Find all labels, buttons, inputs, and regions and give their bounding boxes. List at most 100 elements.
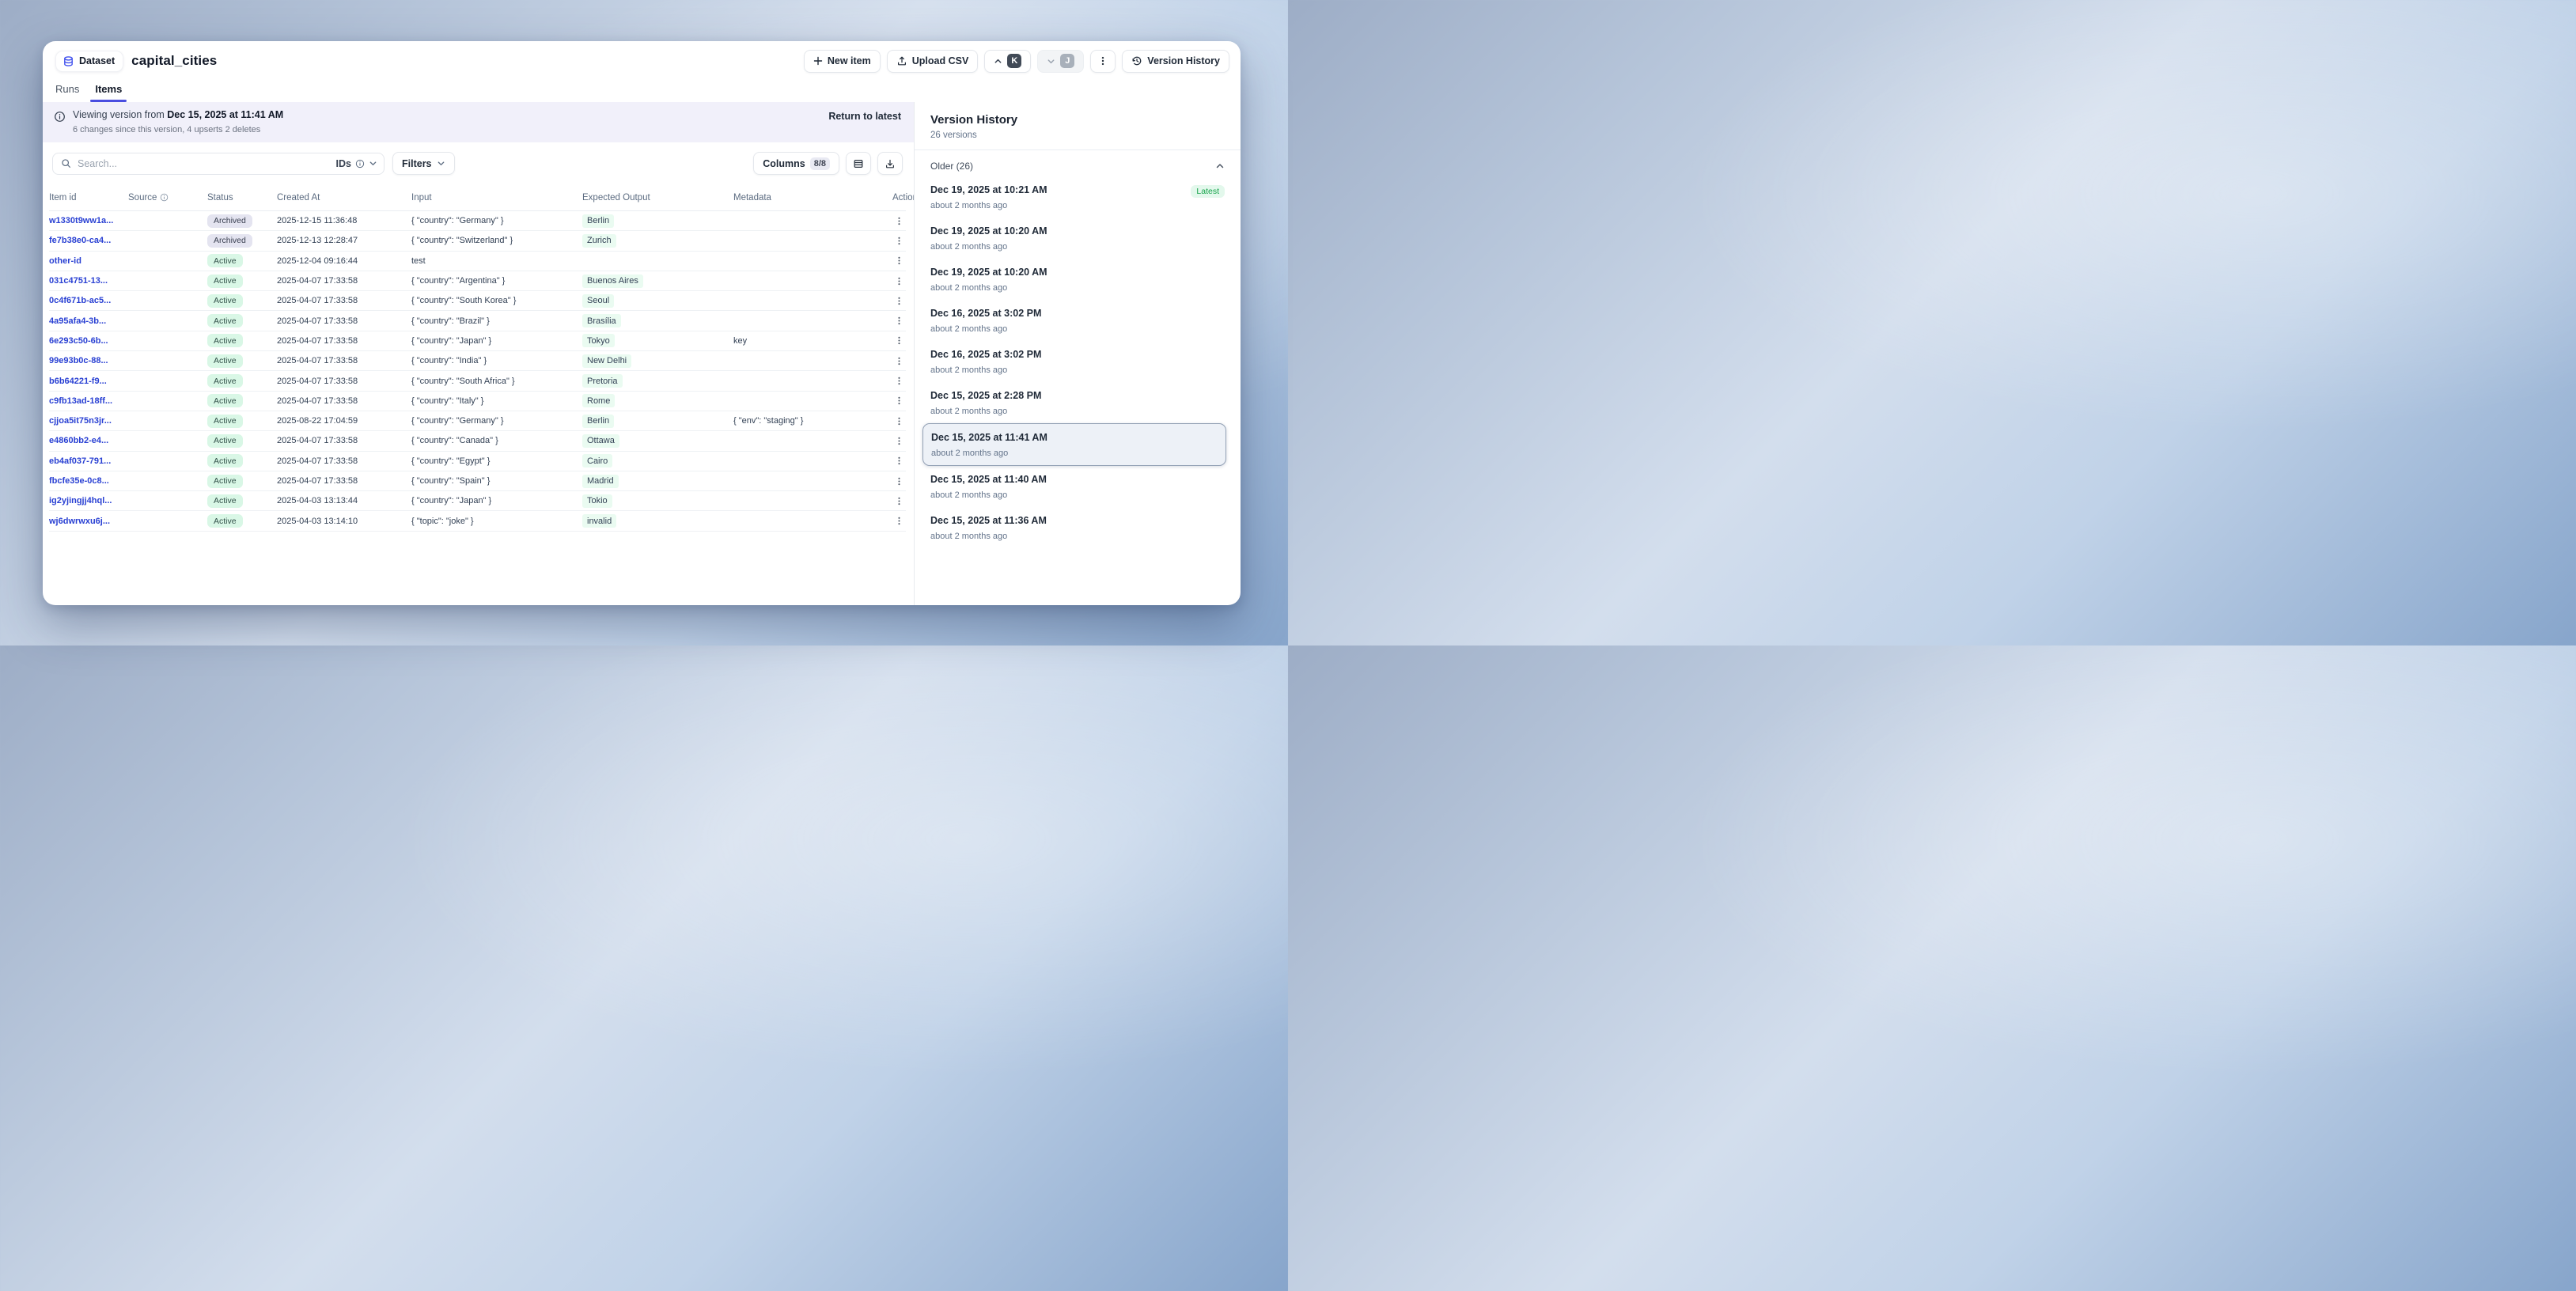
header-actions: New item Upload CSV K J bbox=[804, 50, 1229, 73]
item-id-link[interactable]: w1330t9ww1a... bbox=[49, 216, 123, 225]
table-row[interactable]: 0c4f671b-ac5... Active 2025-04-07 17:33:… bbox=[49, 291, 906, 311]
row-actions-button[interactable] bbox=[892, 496, 906, 506]
row-actions-button[interactable] bbox=[892, 376, 906, 386]
window-header: Dataset capital_cities New item Upload C… bbox=[43, 41, 1241, 76]
version-up-button[interactable]: K bbox=[984, 50, 1031, 73]
row-actions-button[interactable] bbox=[892, 216, 906, 226]
row-actions-button[interactable] bbox=[892, 236, 906, 246]
upload-csv-button[interactable]: Upload CSV bbox=[887, 50, 979, 73]
search-field-select[interactable]: IDs bbox=[336, 158, 377, 169]
more-options-button[interactable] bbox=[1090, 50, 1116, 73]
row-actions-button[interactable] bbox=[892, 396, 906, 406]
row-height-button[interactable] bbox=[846, 152, 871, 175]
return-to-latest-link[interactable]: Return to latest bbox=[828, 111, 901, 122]
table-row[interactable]: b6b64221-f9... Active 2025-04-07 17:33:5… bbox=[49, 371, 906, 391]
column-header-created-at[interactable]: Created At bbox=[277, 193, 407, 203]
table-row[interactable]: wj6dwrwxu6j... Active 2025-04-03 13:14:1… bbox=[49, 511, 906, 531]
tab-items[interactable]: Items bbox=[95, 76, 122, 102]
created-at-cell: 2025-04-03 13:13:44 bbox=[277, 496, 407, 505]
table-row[interactable]: cjjoa5it75n3jr... Active 2025-08-22 17:0… bbox=[49, 411, 906, 431]
table-row[interactable]: e4860bb2-e4... Active 2025-04-07 17:33:5… bbox=[49, 431, 906, 451]
row-actions-button[interactable] bbox=[892, 456, 906, 466]
row-actions-button[interactable] bbox=[892, 316, 906, 326]
item-id-link[interactable]: other-id bbox=[49, 256, 123, 266]
column-header-item-id[interactable]: Item id bbox=[49, 193, 123, 203]
row-actions-button[interactable] bbox=[892, 476, 906, 486]
item-id-link[interactable]: ig2yjingjj4hql... bbox=[49, 496, 123, 505]
version-list-item[interactable]: Dec 15, 2025 at 11:36 AM about 2 months … bbox=[930, 507, 1225, 548]
kebab-menu-icon bbox=[894, 396, 904, 406]
column-header-input[interactable]: Input bbox=[411, 193, 578, 203]
download-button[interactable] bbox=[877, 152, 903, 175]
item-id-link[interactable]: fbcfe35e-0c8... bbox=[49, 476, 123, 486]
version-relative-time: about 2 months ago bbox=[930, 490, 1047, 500]
version-down-button[interactable]: J bbox=[1037, 50, 1084, 73]
item-id-link[interactable]: cjjoa5it75n3jr... bbox=[49, 416, 123, 426]
item-id-link[interactable]: 031c4751-13... bbox=[49, 276, 123, 286]
item-id-link[interactable]: 99e93b0c-88... bbox=[49, 356, 123, 365]
columns-button[interactable]: Columns 8/8 bbox=[753, 152, 839, 175]
item-id-link[interactable]: fe7b38e0-ca4... bbox=[49, 236, 123, 245]
item-id-link[interactable]: 4a95afa4-3b... bbox=[49, 316, 123, 326]
row-actions-button[interactable] bbox=[892, 516, 906, 526]
item-id-link[interactable]: eb4af037-791... bbox=[49, 456, 123, 466]
version-list-item[interactable]: Dec 19, 2025 at 10:20 AM about 2 months … bbox=[930, 259, 1225, 300]
row-actions-button[interactable] bbox=[892, 416, 906, 426]
version-list-item[interactable]: Dec 19, 2025 at 10:21 AM about 2 months … bbox=[930, 176, 1225, 218]
search-icon bbox=[61, 158, 71, 168]
version-list-item[interactable]: Dec 19, 2025 at 10:20 AM about 2 months … bbox=[930, 218, 1225, 259]
header-left: Dataset capital_cities bbox=[55, 51, 217, 72]
row-actions-button[interactable] bbox=[892, 436, 906, 446]
table-row[interactable]: fbcfe35e-0c8... Active 2025-04-07 17:33:… bbox=[49, 471, 906, 491]
desktop-background: { "colors": { "accent": "#4a4ee0", "link… bbox=[0, 0, 1288, 646]
table-row[interactable]: 6e293c50-6b... Active 2025-04-07 17:33:5… bbox=[49, 331, 906, 351]
table-row[interactable]: other-id Active 2025-12-04 09:16:44 test bbox=[49, 252, 906, 271]
row-actions-button[interactable] bbox=[892, 356, 906, 366]
row-actions-button[interactable] bbox=[892, 256, 906, 266]
row-actions-button[interactable] bbox=[892, 296, 906, 306]
version-list-item[interactable]: Dec 16, 2025 at 3:02 PM about 2 months a… bbox=[930, 341, 1225, 382]
item-id-link[interactable]: 6e293c50-6b... bbox=[49, 336, 123, 346]
item-id-link[interactable]: 0c4f671b-ac5... bbox=[49, 296, 123, 305]
dataset-type-badge: Dataset bbox=[55, 51, 123, 72]
viewing-version-text: Viewing version from Dec 15, 2025 at 11:… bbox=[73, 109, 283, 120]
version-history-button[interactable]: Version History bbox=[1122, 50, 1229, 73]
column-header-source[interactable]: Source bbox=[128, 193, 203, 203]
table-row[interactable]: 031c4751-13... Active 2025-04-07 17:33:5… bbox=[49, 271, 906, 291]
older-group-header[interactable]: Older (26) bbox=[930, 161, 1225, 172]
column-header-status[interactable]: Status bbox=[207, 193, 272, 203]
table-row[interactable]: ig2yjingjj4hql... Active 2025-04-03 13:1… bbox=[49, 491, 906, 511]
item-id-link[interactable]: b6b64221-f9... bbox=[49, 377, 123, 386]
new-item-button[interactable]: New item bbox=[804, 50, 881, 73]
status-badge: Archived bbox=[207, 214, 252, 228]
column-header-metadata[interactable]: Metadata bbox=[733, 193, 888, 203]
tab-runs[interactable]: Runs bbox=[55, 76, 79, 102]
version-list-item[interactable]: Dec 15, 2025 at 11:41 AM about 2 months … bbox=[922, 423, 1226, 466]
table-row[interactable]: eb4af037-791... Active 2025-04-07 17:33:… bbox=[49, 452, 906, 471]
table-row[interactable]: 99e93b0c-88... Active 2025-04-07 17:33:5… bbox=[49, 351, 906, 371]
column-header-expected-output[interactable]: Expected Output bbox=[582, 193, 729, 203]
item-id-link[interactable]: wj6dwrwxu6j... bbox=[49, 517, 123, 526]
version-j-badge: J bbox=[1060, 54, 1074, 68]
version-list-item[interactable]: Dec 15, 2025 at 11:40 AM about 2 months … bbox=[930, 466, 1225, 507]
item-id-link[interactable]: c9fb13ad-18ff... bbox=[49, 396, 123, 406]
version-list-item[interactable]: Dec 16, 2025 at 3:02 PM about 2 months a… bbox=[930, 300, 1225, 341]
row-actions-button[interactable] bbox=[892, 276, 906, 286]
history-icon bbox=[1131, 55, 1142, 66]
search-input[interactable] bbox=[78, 158, 330, 169]
item-id-link[interactable]: e4860bb2-e4... bbox=[49, 436, 123, 445]
table-row[interactable]: fe7b38e0-ca4... Archived 2025-12-13 12:2… bbox=[49, 231, 906, 251]
expected-output-cell: Tokio bbox=[582, 494, 729, 508]
expected-output-cell: Berlin bbox=[582, 415, 729, 428]
expected-output-chip: Ottawa bbox=[582, 434, 619, 448]
expected-output-cell: New Delhi bbox=[582, 354, 729, 368]
expected-output-cell: Buenos Aires bbox=[582, 274, 729, 288]
version-list-item[interactable]: Dec 15, 2025 at 2:28 PM about 2 months a… bbox=[930, 382, 1225, 423]
table-row[interactable]: w1330t9ww1a... Archived 2025-12-15 11:36… bbox=[49, 211, 906, 231]
table-row[interactable]: c9fb13ad-18ff... Active 2025-04-07 17:33… bbox=[49, 392, 906, 411]
status-badge: Active bbox=[207, 454, 243, 468]
filters-button[interactable]: Filters bbox=[392, 152, 455, 175]
row-actions-button[interactable] bbox=[892, 335, 906, 346]
table-row[interactable]: 4a95afa4-3b... Active 2025-04-07 17:33:5… bbox=[49, 311, 906, 331]
input-cell: { "country": "Canada" } bbox=[411, 436, 578, 445]
